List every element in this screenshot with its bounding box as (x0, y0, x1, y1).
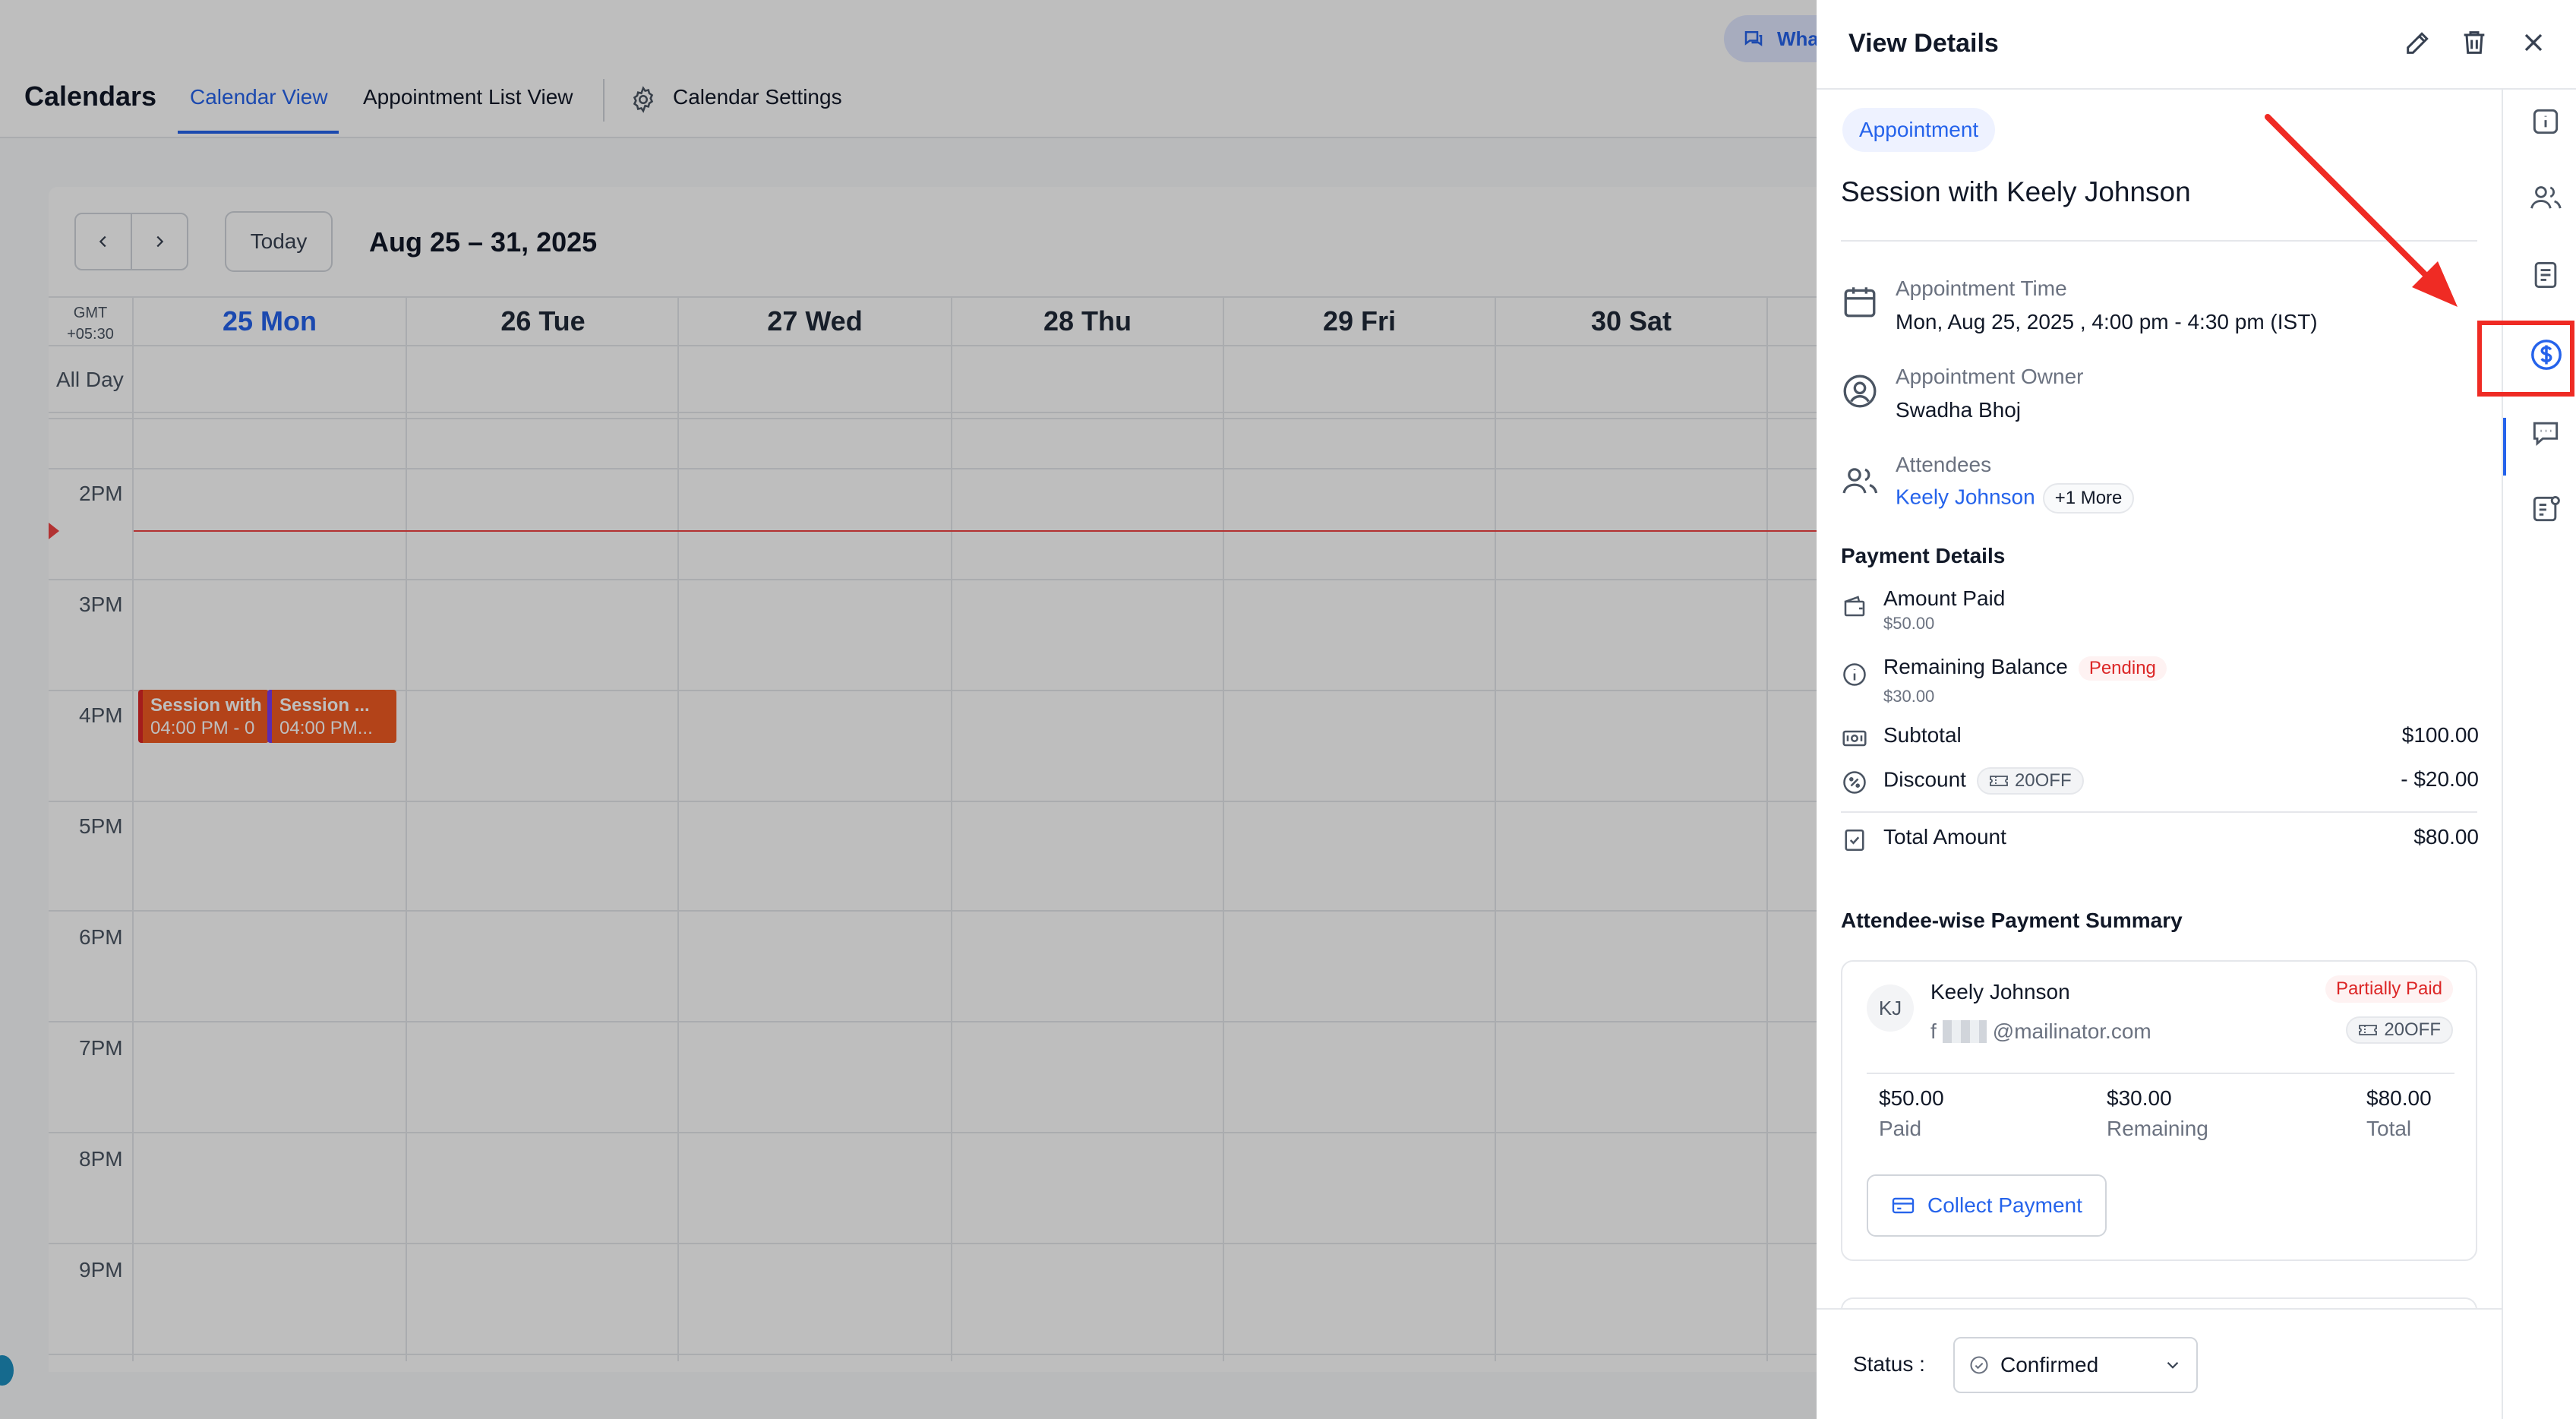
discount-label: Discount 20OFF (1883, 767, 2084, 795)
total-label: Total (2366, 1117, 2412, 1140)
info-square-icon[interactable] (2529, 105, 2562, 138)
wallet-icon (1841, 593, 1868, 620)
total-amount-row: Total Amount $80.00 (1841, 825, 2479, 861)
remaining-balance-label: Remaining Balance Pending (1883, 655, 2167, 681)
user-circle-icon (1841, 372, 1879, 410)
email-prefix: f (1930, 1019, 1937, 1043)
email-domain: @mailinator.com (1992, 1019, 2151, 1043)
users-icon (1841, 462, 1880, 500)
payment-status-badge: Partially Paid (2325, 975, 2453, 1003)
coupon-chip: 20OFF (2346, 1016, 2453, 1044)
appointment-time-value: Mon, Aug 25, 2025 , 4:00 pm - 4:30 pm (I… (1896, 310, 2318, 333)
remaining-value: $30.00 (2107, 1086, 2172, 1110)
close-icon[interactable] (2518, 27, 2549, 58)
attendees-label: Attendees (1896, 453, 1992, 476)
status-select[interactable]: Confirmed (1953, 1337, 2198, 1393)
coupon-chip: 20OFF (1976, 767, 2084, 795)
status-value: Confirmed (2000, 1353, 2099, 1376)
calendar-icon (1841, 283, 1879, 321)
drawer-header: View Details (1817, 0, 2576, 90)
avatar: KJ (1867, 984, 1914, 1032)
discount-value: - $20.00 (2401, 767, 2479, 791)
cash-icon (1841, 725, 1868, 752)
chat-icon[interactable] (2529, 416, 2562, 450)
subtotal-row: Subtotal $100.00 (1841, 723, 2479, 760)
annotation-highlight-box (2477, 321, 2574, 397)
appointment-time-label: Appointment Time (1896, 277, 2067, 300)
remaining-balance-value: $30.00 (1883, 687, 1935, 706)
active-rail-indicator (2503, 418, 2506, 476)
discount-icon (1841, 769, 1868, 796)
appointment-owner-value: Swadha Bhoj (1896, 398, 2022, 422)
attendee-link[interactable]: Keely Johnson (1896, 485, 2035, 508)
divider (1841, 811, 2477, 813)
more-attendees-chip[interactable]: +1 More (2042, 483, 2135, 514)
attendee-payment-card: KJ Keely Johnson f @mailinator.com Parti… (1841, 960, 2477, 1261)
attendee-name: Keely Johnson (1930, 980, 2070, 1003)
drawer-title: View Details (1848, 29, 1999, 58)
check-circle-icon (1970, 1356, 1988, 1374)
coupon-code: 20OFF (2014, 770, 2072, 791)
paid-amount: $50.00 Paid (1879, 1086, 1944, 1141)
receipt-check-icon (1841, 826, 1868, 854)
appointment-owner-label: Appointment Owner (1896, 365, 2084, 388)
remaining-amount: $30.00 Remaining (2107, 1086, 2208, 1141)
remaining-label: Remaining (2107, 1117, 2208, 1140)
total-amount-value: $80.00 (2413, 825, 2479, 849)
subtotal-value: $100.00 (2401, 723, 2479, 747)
coupon-code: 20OFF (2384, 1019, 2441, 1040)
subtotal-label: Subtotal (1883, 723, 1962, 747)
paid-label: Paid (1879, 1117, 1922, 1140)
trash-icon[interactable] (2459, 27, 2489, 58)
collect-payment-label: Collect Payment (1927, 1193, 2082, 1217)
discount-row: Discount 20OFF - $20.00 (1841, 767, 2479, 804)
remaining-balance-text: Remaining Balance (1883, 655, 2068, 678)
drawer-footer: Status : Confirmed (1817, 1308, 2502, 1419)
info-icon (1841, 661, 1868, 688)
amount-paid-label: Amount Paid (1883, 586, 2006, 610)
redacted-email (1942, 1020, 1987, 1043)
payment-details-title: Payment Details (1841, 544, 2006, 567)
total-amount-label: Total Amount (1883, 825, 2006, 849)
appointment-type-badge: Appointment (1842, 108, 1996, 152)
total-amount: $80.00 Total (2366, 1086, 2432, 1141)
session-title: Session with Keely Johnson (1841, 176, 2191, 207)
pending-status-badge: Pending (2078, 656, 2167, 681)
chevron-down-icon (2167, 1361, 2179, 1369)
paid-value: $50.00 (1879, 1086, 1944, 1110)
remaining-balance-row: Remaining Balance Pending $30.00 (1841, 655, 2479, 706)
attendees-value: Keely Johnson +1 More (1896, 483, 2135, 514)
divider (1867, 1073, 2454, 1074)
annotation-arrow-icon (2265, 114, 2458, 307)
status-label: Status : (1853, 1352, 1925, 1376)
amount-paid-row: Amount Paid $50.00 (1841, 586, 2479, 633)
edit-icon[interactable] (2403, 27, 2433, 58)
total-value: $80.00 (2366, 1086, 2432, 1110)
attendee-summary-title: Attendee-wise Payment Summary (1841, 909, 2183, 932)
discount-text: Discount (1883, 767, 1966, 792)
attendee-email: f @mailinator.com (1930, 1019, 2151, 1044)
forms-icon[interactable] (2529, 492, 2562, 526)
ticket-icon (2359, 1025, 2378, 1035)
collect-payment-button[interactable]: Collect Payment (1867, 1174, 2107, 1237)
ticket-icon (1990, 776, 2008, 786)
credit-card-icon (1892, 1197, 1915, 1214)
drawer-side-rail (2502, 90, 2576, 1419)
notes-icon[interactable] (2529, 258, 2562, 292)
amount-paid-value: $50.00 (1883, 614, 1935, 633)
users-icon[interactable] (2529, 181, 2564, 214)
